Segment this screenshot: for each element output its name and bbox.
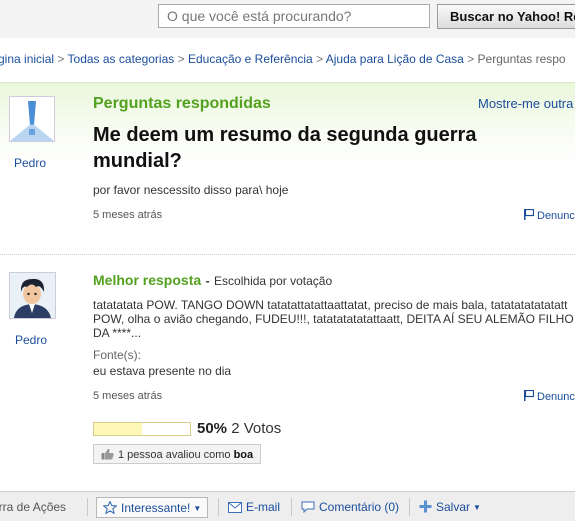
- caret-down-icon: ▼: [193, 504, 202, 513]
- save-label: Salvar: [436, 500, 471, 514]
- actions-toolbar-label: arra de Ações: [0, 500, 67, 514]
- breadcrumb-separator: >: [316, 52, 324, 66]
- question-avatar-icon[interactable]: [9, 96, 55, 142]
- comments-button[interactable]: Comentário (0): [295, 497, 405, 518]
- best-answer-label: Melhor resposta: [93, 272, 202, 288]
- comments-label: Comentário (0): [319, 500, 400, 514]
- email-label: E-mail: [246, 500, 281, 514]
- sources-label: Fonte(s):: [93, 348, 142, 362]
- toolbar-divider: [409, 498, 410, 516]
- show-other-link[interactable]: Mostre-me outra: [478, 96, 573, 111]
- best-answer-header: Melhor resposta - Escolhida por votação: [93, 272, 332, 290]
- save-button[interactable]: Salvar ▼: [413, 497, 487, 518]
- rated-good-badge[interactable]: 1 pessoa avaliou como boa: [93, 444, 262, 464]
- question-time: 5 meses atrás: [93, 209, 163, 221]
- question-title: Me deem um resumo da segunda guerra mund…: [93, 124, 477, 172]
- search-input[interactable]: O que você está procurando?: [158, 4, 430, 28]
- envelope-icon: [228, 502, 242, 513]
- report-answer-link[interactable]: Denunc: [524, 390, 575, 403]
- breadcrumb-homework-help[interactable]: Ajuda para Lição de Casa: [326, 52, 464, 66]
- flag-icon: [524, 390, 534, 401]
- top-search-bar: O que você está procurando? Buscar no Ya…: [0, 0, 575, 38]
- breadcrumb-all-categories[interactable]: Todas as categorias: [68, 52, 175, 66]
- vote-count: 2 Votos: [231, 420, 282, 437]
- rated-prefix: 1 pessoa avaliou como: [118, 449, 231, 461]
- toolbar-divider: [291, 498, 292, 516]
- toolbar-divider: [218, 498, 219, 516]
- chosen-by-vote: Escolhida por votação: [214, 274, 333, 288]
- answer-body: tatatatata POW. TANGO DOWN tatatattatatt…: [93, 298, 574, 340]
- comment-icon: [301, 501, 315, 513]
- flag-icon: [524, 209, 534, 220]
- best-answer-dash: -: [205, 274, 210, 288]
- email-button[interactable]: E-mail: [222, 497, 286, 518]
- asker-name-link[interactable]: Pedro: [14, 156, 46, 170]
- sources-value: eu estava presente no dia: [93, 364, 232, 378]
- search-button[interactable]: Buscar no Yahoo! Re: [437, 4, 575, 29]
- interesting-label: Interessante!: [121, 501, 191, 515]
- breadcrumb-education[interactable]: Educação e Referência: [188, 52, 313, 66]
- report-label: Denunc: [537, 391, 575, 403]
- question-body: por favor nescessito disso para\ hoje: [93, 183, 289, 197]
- section-divider: [0, 254, 575, 255]
- rating-bar-fill: [94, 423, 142, 435]
- answerer-name-link[interactable]: Pedro: [15, 333, 47, 347]
- star-icon: [103, 501, 117, 514]
- breadcrumb-current: Perguntas respo: [477, 52, 566, 66]
- breadcrumb-separator: >: [467, 52, 475, 66]
- report-label: Denunc: [537, 210, 575, 222]
- caret-down-icon: ▼: [473, 503, 481, 512]
- report-question-link[interactable]: Denunc: [524, 209, 575, 222]
- toolbar-divider: [87, 498, 88, 516]
- rated-value: boa: [233, 449, 254, 461]
- user-avatar-icon[interactable]: [9, 272, 56, 319]
- rating-percent: 50%: [197, 420, 228, 437]
- breadcrumb-home[interactable]: gina inicial: [0, 52, 54, 66]
- breadcrumb-separator: >: [57, 52, 65, 66]
- rating-bar: [93, 422, 191, 436]
- breadcrumb-separator: >: [177, 52, 185, 66]
- plus-icon: [419, 500, 432, 513]
- answer-time: 5 meses atrás: [93, 390, 163, 402]
- section-label: Perguntas respondidas: [93, 95, 271, 112]
- actions-toolbar: arra de Ações Interessante!▼ E-mail Come…: [0, 491, 575, 521]
- rating-summary: 50% 2 Votos: [197, 420, 281, 437]
- breadcrumb: gina inicial > Todas as categorias > Edu…: [0, 52, 575, 66]
- interesting-button[interactable]: Interessante! ▼: [96, 497, 209, 518]
- thumbs-up-icon: [101, 448, 114, 460]
